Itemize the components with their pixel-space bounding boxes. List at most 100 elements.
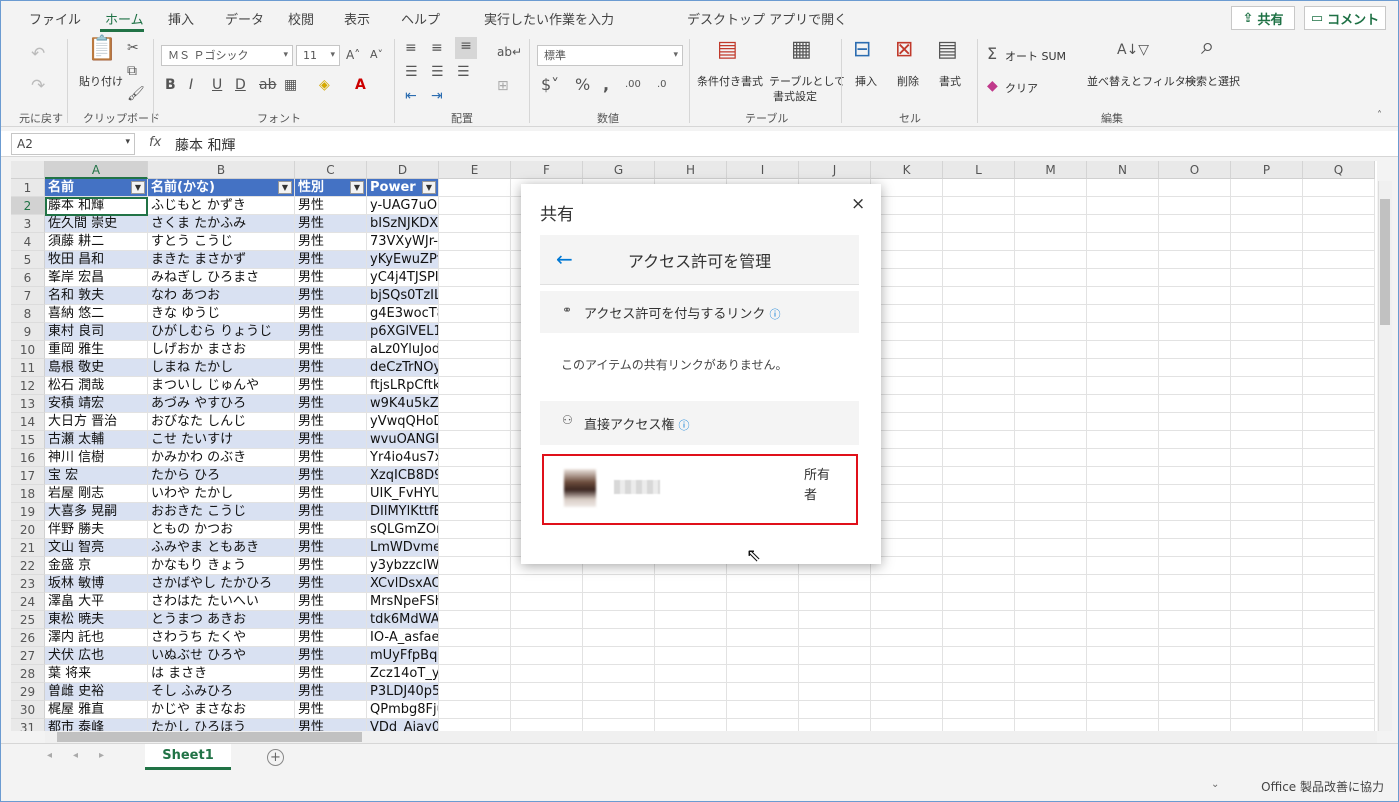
empty-cell[interactable] [1231, 575, 1303, 593]
underline-icon[interactable]: U [212, 76, 222, 94]
empty-cell[interactable] [1303, 305, 1375, 323]
empty-cell[interactable] [943, 413, 1015, 431]
empty-cell[interactable] [1159, 647, 1231, 665]
row-header[interactable]: 1 [11, 179, 45, 197]
empty-cell[interactable] [439, 341, 511, 359]
empty-cell[interactable] [583, 719, 655, 731]
empty-cell[interactable] [1015, 503, 1087, 521]
empty-cell[interactable] [1231, 413, 1303, 431]
empty-cell[interactable] [1159, 215, 1231, 233]
filter-dropdown-icon[interactable]: ▼ [422, 181, 436, 194]
empty-cell[interactable] [1087, 593, 1159, 611]
wrap-text-icon[interactable]: ab↵ [497, 43, 522, 61]
empty-cell[interactable] [439, 719, 511, 731]
table-cell[interactable]: 峯岸 宏昌 [45, 269, 148, 287]
row-header[interactable]: 4 [11, 233, 45, 251]
autosum-button[interactable]: オート SUM [1005, 48, 1066, 64]
autosum-icon[interactable]: Σ [987, 45, 997, 63]
empty-cell[interactable] [1087, 323, 1159, 341]
empty-cell[interactable] [1015, 341, 1087, 359]
table-cell[interactable]: 伴野 勝夫 [45, 521, 148, 539]
paste-button[interactable]: 貼り付け [79, 73, 123, 89]
row-header[interactable]: 29 [11, 683, 45, 701]
empty-cell[interactable] [1231, 215, 1303, 233]
empty-cell[interactable] [1231, 269, 1303, 287]
empty-cell[interactable] [1159, 683, 1231, 701]
empty-cell[interactable] [1231, 647, 1303, 665]
empty-cell[interactable] [871, 449, 943, 467]
empty-cell[interactable] [1231, 179, 1303, 197]
table-cell[interactable]: 男性 [295, 449, 367, 467]
table-cell[interactable]: こせ たいすけ [148, 431, 295, 449]
column-header[interactable]: N [1087, 161, 1159, 179]
paste-icon[interactable]: 📋 [87, 36, 117, 60]
empty-cell[interactable] [1303, 629, 1375, 647]
table-cell[interactable]: p6XGlVEL1WU [367, 323, 439, 341]
table-cell[interactable]: すとう こうじ [148, 233, 295, 251]
empty-cell[interactable] [1015, 287, 1087, 305]
table-cell[interactable]: LmWDvme1Lc0 [367, 539, 439, 557]
empty-cell[interactable] [655, 719, 727, 731]
tell-me-search[interactable]: 実行したい作業を入力 [484, 9, 614, 28]
empty-cell[interactable] [871, 701, 943, 719]
empty-cell[interactable] [943, 323, 1015, 341]
table-cell[interactable]: 大日方 晋治 [45, 413, 148, 431]
empty-cell[interactable] [799, 629, 871, 647]
increase-decimal-icon[interactable]: .00 [625, 76, 641, 94]
column-header[interactable]: C [295, 161, 367, 179]
percent-icon[interactable]: % [575, 76, 590, 94]
empty-cell[interactable] [655, 575, 727, 593]
table-cell[interactable]: 男性 [295, 593, 367, 611]
table-cell[interactable]: 牧田 昌和 [45, 251, 148, 269]
select-all-corner[interactable] [11, 161, 45, 179]
tab-help[interactable]: ヘルプ [401, 9, 440, 28]
table-cell[interactable]: IO-A_asfaec [367, 629, 439, 647]
empty-cell[interactable] [1015, 179, 1087, 197]
empty-cell[interactable] [1015, 215, 1087, 233]
empty-cell[interactable] [511, 575, 583, 593]
row-header[interactable]: 3 [11, 215, 45, 233]
empty-cell[interactable] [943, 719, 1015, 731]
empty-cell[interactable] [1087, 503, 1159, 521]
empty-cell[interactable] [871, 377, 943, 395]
empty-cell[interactable] [799, 665, 871, 683]
empty-cell[interactable] [1087, 215, 1159, 233]
empty-cell[interactable] [1231, 359, 1303, 377]
empty-cell[interactable] [1231, 629, 1303, 647]
table-cell[interactable]: いぬぶせ ひろや [148, 647, 295, 665]
column-header[interactable]: J [799, 161, 871, 179]
font-name-select[interactable]: ＭＳ Ｐゴシック ▾ [161, 45, 293, 66]
empty-cell[interactable] [655, 593, 727, 611]
empty-cell[interactable] [1159, 341, 1231, 359]
empty-cell[interactable] [943, 395, 1015, 413]
empty-cell[interactable] [439, 179, 511, 197]
fill-color-icon[interactable]: ◈ [319, 76, 330, 94]
empty-cell[interactable] [727, 647, 799, 665]
empty-cell[interactable] [1159, 665, 1231, 683]
table-cell[interactable]: 男性 [295, 719, 367, 731]
name-box[interactable]: A2 ▾ [11, 133, 135, 155]
table-cell[interactable]: ふじもと かずき [148, 197, 295, 215]
table-cell[interactable]: y3ybzzcIWW4 [367, 557, 439, 575]
empty-cell[interactable] [511, 629, 583, 647]
empty-cell[interactable] [943, 341, 1015, 359]
align-middle-icon[interactable]: ≡ [431, 39, 443, 57]
table-cell[interactable]: さくま たかふみ [148, 215, 295, 233]
column-header[interactable]: B [148, 161, 295, 179]
empty-cell[interactable] [871, 683, 943, 701]
table-cell[interactable]: 男性 [295, 233, 367, 251]
table-cell[interactable]: たから ひろ [148, 467, 295, 485]
empty-cell[interactable] [871, 179, 943, 197]
empty-cell[interactable] [511, 719, 583, 731]
row-header[interactable]: 21 [11, 539, 45, 557]
table-cell[interactable]: 73VXyWJr-PI [367, 233, 439, 251]
empty-cell[interactable] [1015, 683, 1087, 701]
empty-cell[interactable] [511, 593, 583, 611]
empty-cell[interactable] [1231, 485, 1303, 503]
empty-cell[interactable] [1087, 377, 1159, 395]
row-header[interactable]: 22 [11, 557, 45, 575]
empty-cell[interactable] [1087, 521, 1159, 539]
empty-cell[interactable] [799, 575, 871, 593]
row-header[interactable]: 16 [11, 449, 45, 467]
empty-cell[interactable] [1159, 251, 1231, 269]
